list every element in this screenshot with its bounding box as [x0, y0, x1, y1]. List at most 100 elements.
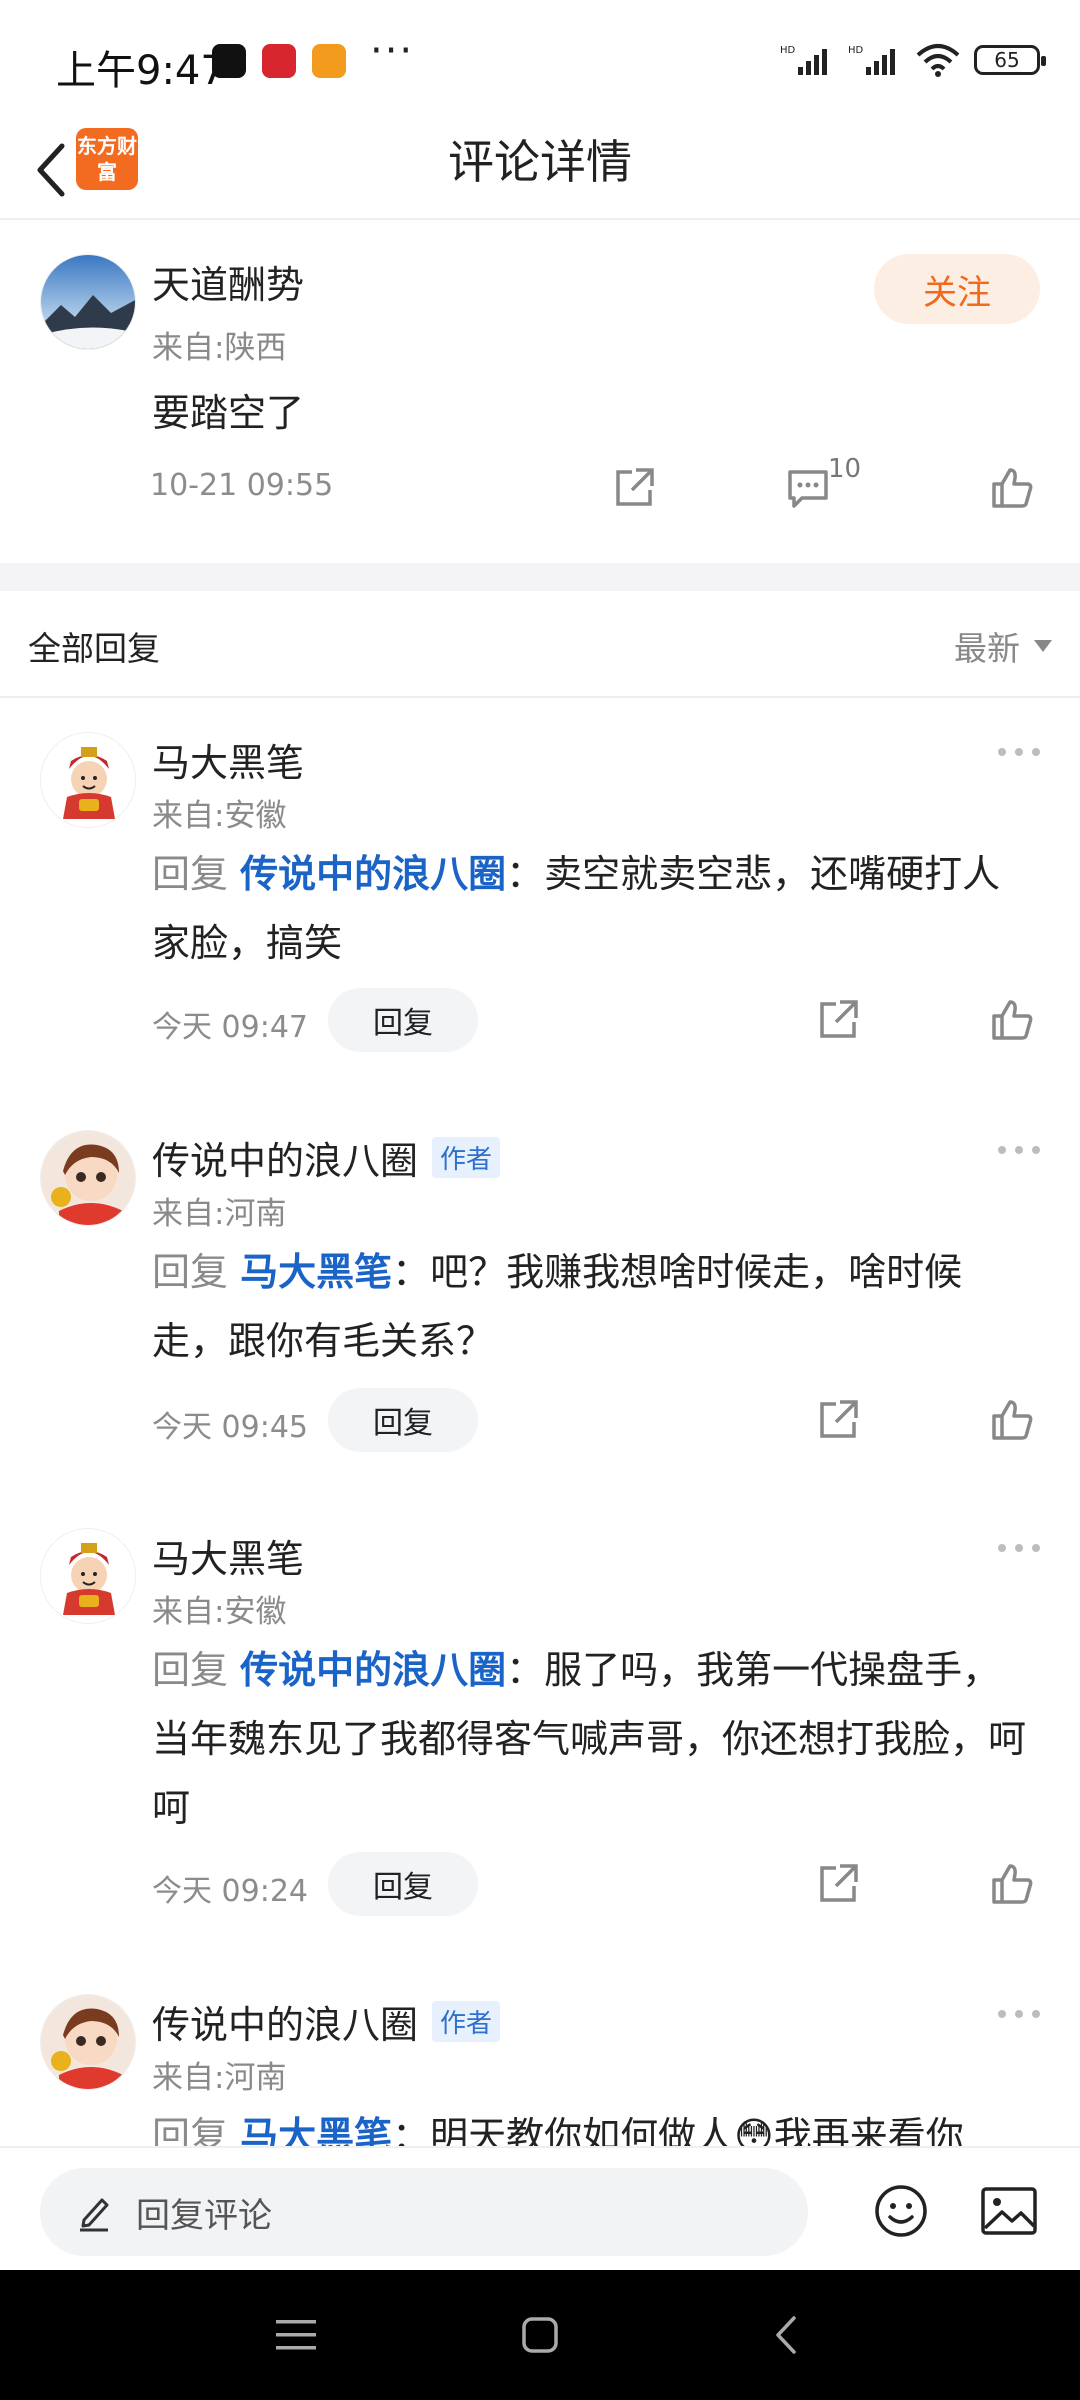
more-options-button[interactable]	[998, 2010, 1040, 2018]
comment-time: 10-21 09:55	[150, 468, 334, 503]
reply-text: 回复 传说中的浪八圈：服了吗，我第一代操盘手，当年魏东见了我都得客气喊声哥，你还…	[152, 1648, 1027, 1830]
emoji-button[interactable]	[868, 2178, 934, 2244]
like-button[interactable]	[986, 462, 1038, 514]
menu-icon	[276, 2320, 316, 2350]
back-nav-icon	[776, 2316, 796, 2354]
replies-title: 全部回复	[28, 629, 160, 668]
author-badge: 作者	[432, 2001, 501, 2042]
menu-button[interactable]	[266, 2310, 326, 2360]
nav-back-button[interactable]	[756, 2308, 816, 2362]
share-icon	[820, 1000, 858, 1038]
avatar[interactable]	[40, 732, 136, 828]
mention-link[interactable]: 马大黑笔	[240, 1250, 392, 1294]
reply-author[interactable]: 马大黑笔	[152, 1528, 304, 1583]
wifi-icon	[916, 44, 960, 77]
like-icon	[992, 1864, 1033, 1904]
follow-button[interactable]: 关注	[874, 254, 1040, 324]
signal-icon: HD	[780, 45, 827, 75]
share-icon	[820, 1864, 858, 1902]
replies-header: 全部回复 最新	[0, 592, 1080, 698]
reply-time: 今天 09:45	[152, 1410, 308, 1445]
reply-text: 回复 传说中的浪八圈：卖空就卖空悲，还嘴硬打人家脸，搞笑	[152, 852, 1001, 965]
reply-button[interactable]: 回复	[328, 1388, 478, 1452]
reply-input[interactable]: 回复评论	[40, 2168, 808, 2256]
more-options-button[interactable]	[998, 1544, 1040, 1552]
share-button[interactable]	[812, 994, 864, 1046]
system-nav-bar	[0, 2270, 1080, 2400]
author-name[interactable]: 天道酬势	[152, 254, 304, 309]
sort-dropdown[interactable]: 最新	[954, 622, 1052, 670]
emoji-icon	[875, 2185, 927, 2237]
like-icon	[992, 1000, 1033, 1040]
reply-item: 马大黑笔 来自:安徽 回复 传说中的浪八圈：服了吗，我第一代操盘手，当年魏东见了…	[0, 1496, 1080, 1962]
task-app-icon	[312, 44, 346, 78]
status-more-icon: ···	[370, 28, 415, 74]
reply-text: 回复 马大黑笔：明天教你如何做人😳我再来看你	[152, 2102, 1032, 2146]
battery-icon: 65	[974, 45, 1046, 75]
page-title: 评论详情	[448, 135, 632, 189]
comment-text: 要踏空了	[152, 391, 305, 435]
comment-button[interactable]	[782, 462, 834, 514]
like-icon	[992, 1400, 1033, 1440]
avatar[interactable]	[40, 1528, 136, 1624]
image-icon	[981, 2187, 1037, 2235]
reply-author[interactable]: 马大黑笔	[152, 732, 304, 787]
reply-author[interactable]: 传说中的浪八圈 作者	[152, 1994, 501, 2049]
reply-author[interactable]: 传说中的浪八圈 作者	[152, 1130, 501, 1185]
reply-item: 马大黑笔 来自:安徽 回复 传说中的浪八圈：卖空就卖空悲，还嘴硬打人家脸，搞笑 …	[0, 700, 1080, 1098]
signal-icon: HD	[848, 45, 895, 75]
reply-location: 来自:河南	[152, 2060, 287, 2096]
like-button[interactable]	[986, 1858, 1038, 1910]
home-button[interactable]	[510, 2308, 570, 2362]
reply-input-placeholder: 回复评论	[136, 2195, 272, 2236]
like-button[interactable]	[986, 994, 1038, 1046]
section-divider	[0, 563, 1080, 591]
share-icon	[820, 1400, 858, 1438]
reply-location: 来自:安徽	[152, 1594, 287, 1630]
status-indicators: HD HD 65	[780, 40, 1046, 80]
back-arrow-icon	[37, 143, 65, 197]
home-icon	[522, 2317, 558, 2353]
avatar[interactable]	[40, 254, 136, 350]
page-header: 评论详情 东方财富	[0, 120, 1080, 220]
share-button[interactable]	[812, 1394, 864, 1446]
author-location: 来自:陕西	[152, 330, 287, 366]
more-options-button[interactable]	[998, 748, 1040, 756]
reply-time: 今天 09:47	[152, 1010, 308, 1045]
reply-location: 来自:安徽	[152, 798, 287, 834]
mention-link[interactable]: 传说中的浪八圈	[240, 852, 506, 896]
reply-location: 来自:河南	[152, 1196, 287, 1232]
reply-item: 传说中的浪八圈 作者 来自:河南 回复 马大黑笔：明天教你如何做人😳我再来看你	[0, 1962, 1080, 2146]
avatar[interactable]	[40, 1130, 136, 1226]
status-time: 上午9:47	[56, 48, 226, 94]
app-logo[interactable]: 东方财富	[76, 128, 138, 190]
sort-label: 最新	[954, 629, 1020, 668]
share-button[interactable]	[608, 462, 660, 514]
capcut-app-icon	[212, 44, 246, 78]
image-button[interactable]	[976, 2178, 1042, 2244]
svg-text:HD: HD	[780, 45, 796, 56]
mention-link[interactable]: 传说中的浪八圈	[240, 1648, 506, 1692]
mention-link[interactable]: 马大黑笔	[240, 2114, 392, 2146]
reply-time: 今天 09:24	[152, 1874, 308, 1909]
comment-count: 10	[828, 454, 862, 484]
reply-item: 传说中的浪八圈 作者 来自:河南 回复 马大黑笔：吧？我赚我想啥时候走，啥时候走…	[0, 1098, 1080, 1496]
comment-icon	[788, 470, 828, 508]
share-button[interactable]	[812, 1858, 864, 1910]
author-badge: 作者	[432, 1137, 501, 1178]
reply-text: 回复 马大黑笔：吧？我赚我想啥时候走，啥时候走，跟你有毛关系？	[152, 1250, 963, 1363]
reply-button[interactable]: 回复	[328, 988, 478, 1052]
main-comment: 天道酬势 来自:陕西 要踏空了 10-21 09:55 关注 10	[0, 222, 1080, 562]
back-button[interactable]	[18, 134, 82, 206]
more-options-button[interactable]	[998, 1146, 1040, 1154]
dropdown-arrow-icon	[1034, 640, 1052, 652]
reply-input-bar: 回复评论	[0, 2146, 1080, 2270]
like-icon	[992, 468, 1033, 508]
like-button[interactable]	[986, 1394, 1038, 1446]
reply-button[interactable]: 回复	[328, 1852, 478, 1916]
status-bar: 上午9:47 ··· HD HD 65	[0, 0, 1080, 120]
stock-app-icon	[262, 44, 296, 78]
svg-text:HD: HD	[848, 45, 864, 56]
share-icon	[616, 468, 654, 506]
avatar[interactable]	[40, 1994, 136, 2090]
